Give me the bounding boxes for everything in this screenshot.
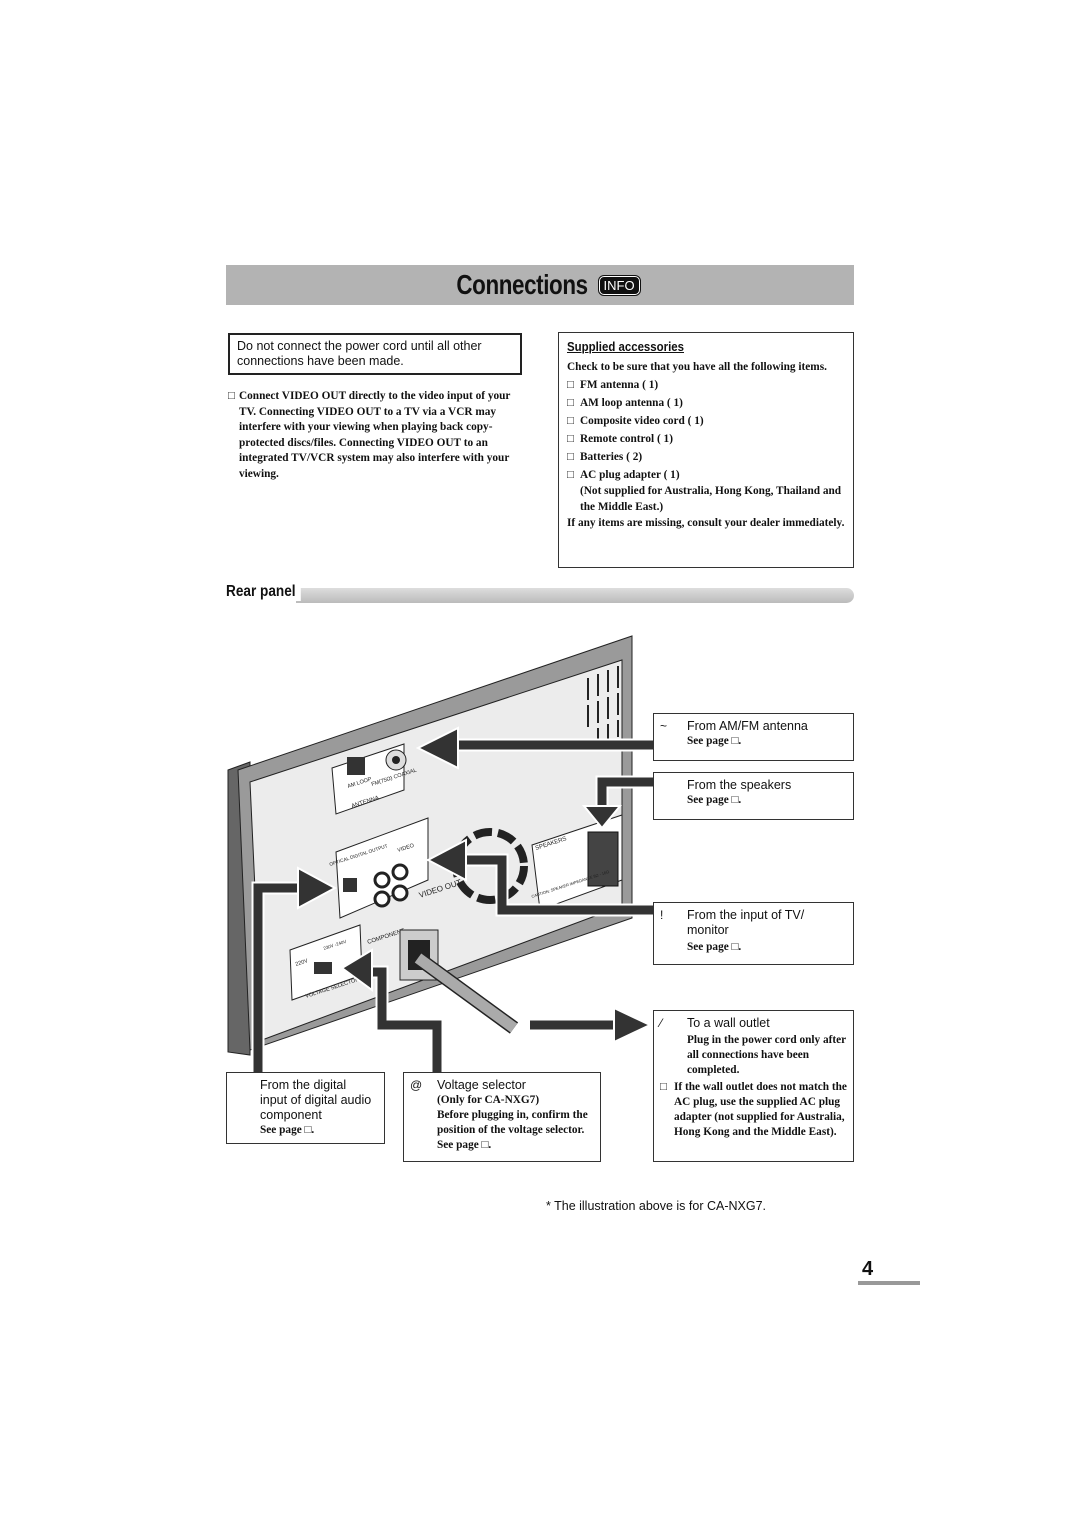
see-page-link: See page □. — [687, 941, 742, 953]
model-note: (Only for CA-NXG7) — [437, 1094, 540, 1106]
rear-panel-illustration: AM LOOP FM(75Ω) COAXIAL ANTENNA OPTICAL … — [227, 635, 655, 1072]
page-number-rule — [858, 1281, 920, 1285]
callout-antenna: ~ From AM/FM antenna See page □. — [653, 713, 854, 761]
callout-heading: From the digital input of digital audio … — [260, 1078, 372, 1122]
see-page-link: See page □. — [687, 735, 742, 747]
callout-heading: From the speakers — [687, 778, 792, 792]
callout-voltage: @ Voltage selector (Only for CA-NXG7) Be… — [403, 1072, 601, 1162]
component-jack — [373, 890, 391, 908]
video-jack — [391, 863, 409, 881]
callout-marker: ! — [660, 908, 664, 922]
component-jack — [391, 884, 409, 902]
callout-heading: To a wall outlet — [687, 1016, 770, 1030]
component-jack — [373, 871, 391, 889]
voltage-switch — [314, 962, 332, 974]
callout-marker: ~ — [660, 719, 668, 733]
callout-tv: ! From the input of TV/ monitor See page… — [653, 902, 854, 965]
footnote: * The illustration above is for CA-NXG7. — [546, 1199, 767, 1213]
am-loop-terminal — [347, 757, 365, 775]
callout-marker: @ — [410, 1078, 423, 1092]
callout-digital: From the digital input of digital audio … — [226, 1072, 385, 1144]
callout-outlet: ⁄ To a wall outlet Plug in the power cor… — [653, 1010, 854, 1162]
callout-heading: Voltage selector — [437, 1078, 526, 1092]
callout-text: Before plugging in, confirm the position… — [437, 1109, 588, 1151]
see-page-link: See page □. — [687, 794, 742, 806]
note-text: If the wall outlet does not match the AC… — [674, 1081, 847, 1138]
callout-speakers: From the speakers See page □. — [653, 772, 854, 820]
callout-heading: From the input of TV/ monitor — [687, 908, 805, 937]
callout-text: Plug in the power cord only after all co… — [687, 1034, 846, 1076]
bullet-icon: □ — [660, 1081, 667, 1093]
optical-output-jack — [343, 878, 357, 892]
see-page-link: See page □. — [260, 1124, 315, 1136]
page-number: 4 — [862, 1258, 874, 1280]
callout-note: □ If the wall outlet does not match the A… — [660, 1080, 847, 1140]
callout-heading: From AM/FM antenna — [687, 719, 808, 733]
callout-marker: ⁄ — [660, 1016, 663, 1030]
